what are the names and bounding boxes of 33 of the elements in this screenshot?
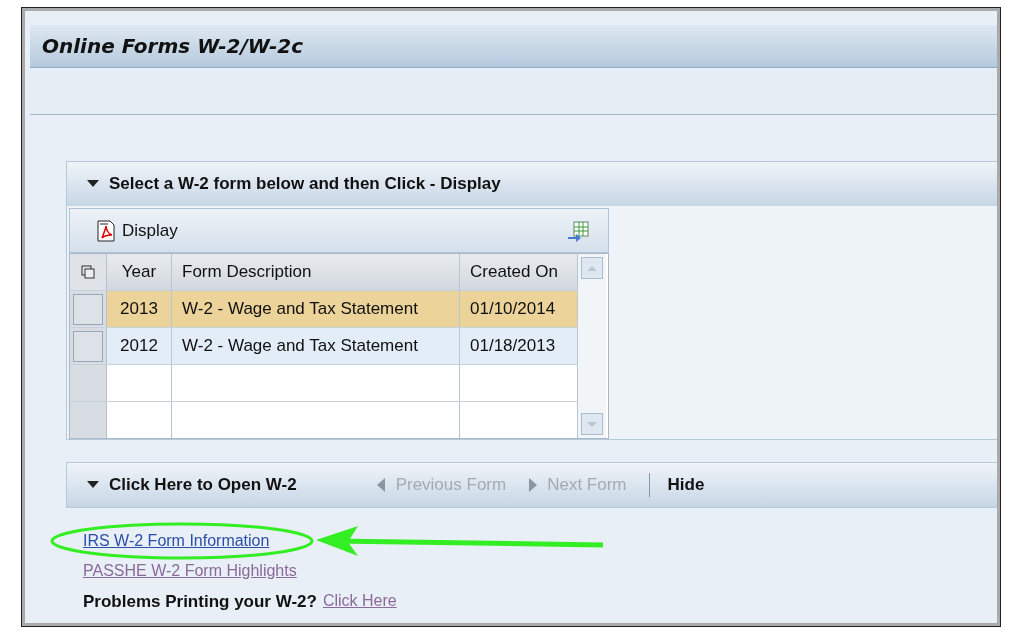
table-cell: 2012: [107, 328, 172, 364]
link[interactable]: Click Here: [322, 592, 397, 610]
scroll-up-button[interactable]: [581, 257, 603, 279]
pdf-icon: [96, 219, 116, 242]
display-button[interactable]: Display: [96, 219, 178, 242]
row-selector[interactable]: [73, 330, 103, 362]
left-triangle-icon: [376, 478, 386, 492]
window-title: Online Forms W-2/W-2c: [42, 34, 304, 58]
table-row[interactable]: 2012 W-2 - Wage and Tax Statement 01/18/2013: [70, 327, 578, 364]
collapse-icon[interactable]: [87, 180, 99, 188]
column-header[interactable]: Year: [107, 254, 172, 290]
link[interactable]: IRS W-2 Form Information: [83, 532, 270, 550]
table-cell: 01/18/2013: [460, 328, 578, 364]
problem-text: Problems Printing your W-2?: [83, 592, 317, 612]
scrollbar[interactable]: [578, 254, 606, 438]
table-cell: W-2 - Wage and Tax Statement: [172, 291, 460, 327]
export-icon[interactable]: [566, 219, 590, 242]
table-row[interactable]: 2013 W-2 - Wage and Tax Statement 01/10/2014: [70, 290, 578, 327]
table-cell: 2013: [107, 291, 172, 327]
row-selector[interactable]: [73, 293, 103, 325]
scroll-down-button[interactable]: [581, 413, 603, 435]
panel-title: Click Here to Open W-2: [109, 475, 297, 495]
column-header[interactable]: Form Description: [172, 254, 460, 290]
panel-title: Select a W-2 form below and then Click - Display: [109, 174, 501, 194]
table-cell: W-2 - Wage and Tax Statement: [172, 328, 460, 364]
collapse-icon[interactable]: [87, 481, 99, 489]
right-triangle-icon: [528, 478, 538, 492]
select-all-icon[interactable]: [81, 265, 95, 279]
hide-button[interactable]: Hide: [667, 475, 705, 495]
up-triangle-icon: [586, 264, 598, 272]
table-cell: 01/10/2014: [460, 291, 578, 327]
link[interactable]: PASSHE W-2 Form Highlights: [83, 562, 297, 580]
down-triangle-icon: [586, 420, 598, 428]
